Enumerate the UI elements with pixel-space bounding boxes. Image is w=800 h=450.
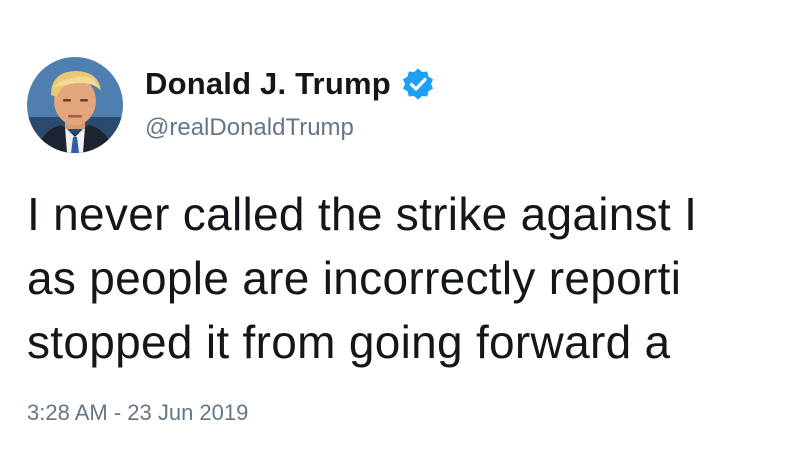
tweet-timestamp[interactable]: 3:28 AM - 23 Jun 2019 <box>27 400 248 426</box>
user-handle[interactable]: @realDonaldTrump <box>145 114 354 142</box>
tweet-text-line: as people are incorrectly reporti <box>27 252 682 304</box>
author-row: Donald J. Trump <box>145 64 435 104</box>
profile-photo <box>27 57 123 153</box>
tweet-text-line: stopped it from going forward a <box>27 316 671 368</box>
tweet-text-line: I never called the strike against I <box>27 188 698 240</box>
tweet-card: Donald J. Trump @realDonaldTrump I never… <box>0 0 800 450</box>
display-name[interactable]: Donald J. Trump <box>145 66 391 102</box>
tweet-text: I never called the strike against I as p… <box>27 182 800 372</box>
avatar[interactable] <box>27 57 123 153</box>
verified-badge-icon <box>401 67 435 101</box>
